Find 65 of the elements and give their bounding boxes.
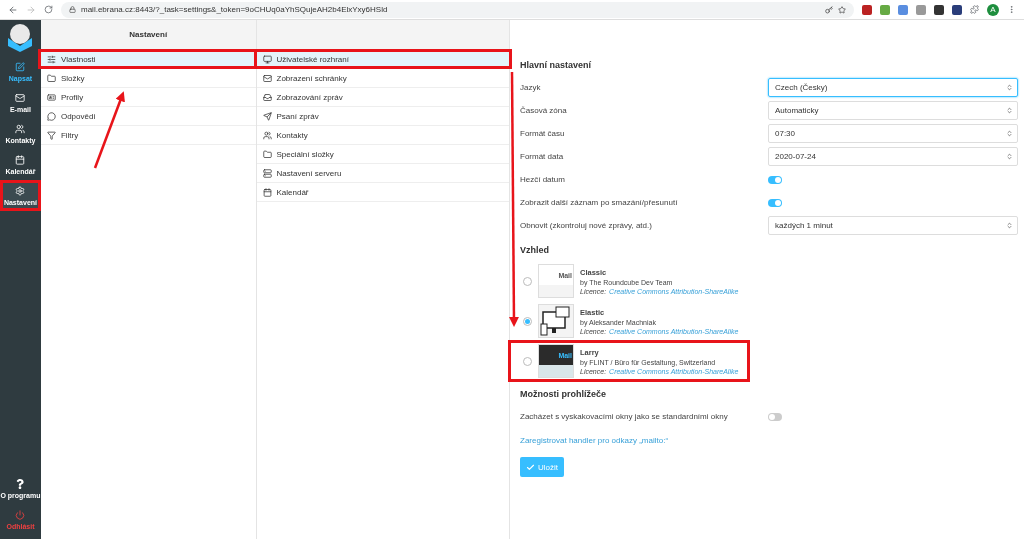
toggle-switch[interactable] <box>768 198 782 207</box>
setting-label: Formát času <box>520 129 566 138</box>
select-field[interactable]: každých 1 minut <box>768 216 1018 235</box>
question-mark-icon <box>15 478 26 489</box>
menu-icon[interactable] <box>1007 5 1016 14</box>
radio-button[interactable] <box>523 316 532 326</box>
section-heading: Hlavní nastavení <box>520 60 593 70</box>
send-icon <box>262 111 272 121</box>
folder-icon <box>46 73 56 83</box>
radio-button[interactable] <box>523 276 532 286</box>
sliders-icon <box>46 54 56 64</box>
setting-label: Jazyk <box>520 83 542 92</box>
filter-icon <box>46 130 56 140</box>
section-heading: Vzhled <box>520 245 550 255</box>
contacts-icon <box>15 123 26 134</box>
select-field[interactable]: 2020-07-24 <box>768 147 1018 166</box>
monitor-icon <box>262 54 272 64</box>
calendar-icon <box>15 154 26 165</box>
contacts-icon <box>262 130 272 140</box>
reload-icon[interactable] <box>44 5 53 14</box>
url-text: mail.ebrana.cz:8443/?_task=settings&_token=9oCHUq0aYhSQujeAH2b4ElxYxy6HSld <box>81 5 388 14</box>
check-icon <box>526 462 535 472</box>
updown-icon <box>1006 153 1013 160</box>
updown-icon <box>1006 222 1013 229</box>
power-icon <box>15 509 26 520</box>
select-field[interactable]: Automaticky <box>768 101 1018 120</box>
setting-label: Formát data <box>520 152 565 161</box>
settings-section[interactable]: Vlastnosti <box>40 50 256 69</box>
toggle-switch[interactable] <box>768 175 782 184</box>
settings-subsection[interactable]: Uživatelské rozhraní <box>256 50 509 69</box>
toggle-switch[interactable] <box>768 412 782 421</box>
setting-label: Časová zóna <box>520 106 568 115</box>
settings-icon <box>15 185 26 196</box>
updown-icon <box>1006 130 1013 137</box>
speech-bubble-icon <box>46 111 56 121</box>
updown-icon <box>1006 84 1013 91</box>
select-field[interactable]: 07:30 <box>768 124 1018 143</box>
radio-button[interactable] <box>523 356 532 366</box>
id-card-icon <box>46 92 56 102</box>
puzzle-icon[interactable] <box>970 5 979 14</box>
forward-icon[interactable] <box>26 4 36 15</box>
address-bar[interactable]: mail.ebrana.cz:8443/?_task=settings&_token=9oCHUq0aYhSQujeAH2b4ElxYxy6HSld <box>61 1 854 18</box>
envelope-icon <box>262 73 272 83</box>
mail-icon <box>15 92 26 103</box>
extension-icon[interactable] <box>952 4 962 15</box>
select-field[interactable]: Czech (Česky) <box>768 78 1018 97</box>
extension-icon[interactable] <box>934 4 944 15</box>
extension-icon[interactable] <box>862 4 872 15</box>
folder-icon <box>262 149 272 159</box>
compose-icon <box>15 61 26 72</box>
column-title: Nastavení <box>40 20 256 50</box>
server-icon <box>262 168 272 178</box>
inbox-icon <box>262 92 272 102</box>
back-icon[interactable] <box>8 4 18 15</box>
setting-label: Obnovit (zkontroluj nové zprávy, atd.) <box>520 221 653 230</box>
setting-label: Zobrazit další záznam po smazání/přesunutí <box>520 198 679 207</box>
lock-icon <box>69 6 76 13</box>
setting-label: Zacházet s vyskakovacími okny jako se standardními okny <box>520 412 729 421</box>
updown-icon <box>1006 107 1013 114</box>
section-heading: Možnosti prohlížeče <box>520 389 607 399</box>
setting-label: Hezčí datum <box>520 175 566 184</box>
calendar-icon <box>262 187 272 197</box>
key-icon[interactable] <box>825 5 833 14</box>
star-icon[interactable] <box>838 5 846 14</box>
profile-avatar[interactable]: A <box>987 3 999 16</box>
